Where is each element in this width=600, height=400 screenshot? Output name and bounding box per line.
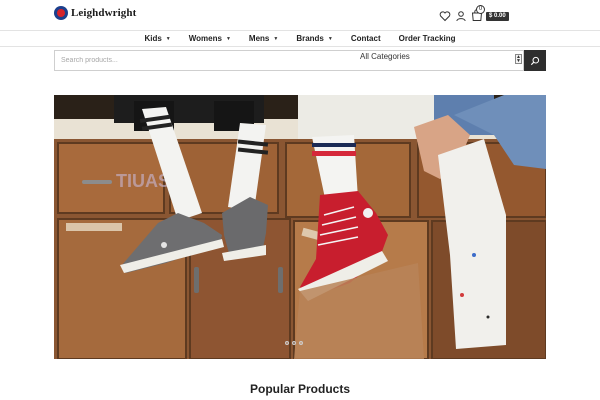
slider-dot[interactable] [299, 341, 303, 345]
nav-item-label: Order Tracking [398, 34, 456, 43]
caret-down-icon: ▼ [327, 35, 333, 42]
nav-item-womens[interactable]: Womens ▼ [180, 30, 240, 47]
nav-item-label: Brands [296, 34, 324, 43]
nav-item-mens[interactable]: Mens ▼ [240, 30, 287, 47]
nav-item-label: Kids [144, 34, 162, 43]
main-nav: Kids ▼ Womens ▼ Mens ▼ Brands ▼ Contact Orde… [0, 30, 600, 47]
cart-count-badge: 0 [476, 5, 485, 14]
brand-name: Leighdwright [71, 7, 137, 19]
nav-item-order-tracking[interactable]: Order Tracking [390, 30, 465, 47]
section-title-popular: Popular Products [249, 382, 350, 396]
category-select[interactable]: All Categories ▲ ▼ [360, 52, 524, 65]
nav-item-kids[interactable]: Kids ▼ [135, 30, 179, 47]
select-arrows-icon: ▲ ▼ [515, 54, 522, 64]
slider-dot[interactable] [292, 341, 296, 345]
slider-dot[interactable] [285, 341, 289, 345]
cart-total[interactable]: $ 0.00 [486, 12, 509, 21]
hero-banner[interactable]: TIUAS [54, 95, 546, 359]
nav-item-label: Contact [350, 34, 381, 43]
caret-down-icon: ▼ [273, 35, 279, 42]
caret-down-icon: ▼ [165, 35, 171, 42]
search-icon [530, 56, 540, 65]
nav-item-brands[interactable]: Brands ▼ [287, 30, 342, 47]
heart-icon[interactable] [439, 10, 451, 22]
category-select-value: All Categories [360, 52, 410, 61]
site-header: Leighdwright 0 $ 0.00 [0, 0, 600, 30]
product-search: All Categories ▲▼ [54, 50, 546, 71]
search-button[interactable] [524, 50, 546, 71]
brand-logo[interactable]: Leighdwright [54, 6, 136, 20]
user-icon[interactable] [455, 10, 467, 22]
nav-item-label: Mens [248, 34, 270, 43]
nav-item-label: Womens [188, 34, 222, 43]
logo-mark-icon [54, 6, 68, 20]
nav-item-contact[interactable]: Contact [342, 30, 390, 47]
hero-image: TIUAS [54, 95, 546, 359]
slider-pagination [285, 341, 303, 345]
svg-text:TIUAS: TIUAS [116, 171, 170, 191]
caret-down-icon: ▼ [225, 35, 231, 42]
